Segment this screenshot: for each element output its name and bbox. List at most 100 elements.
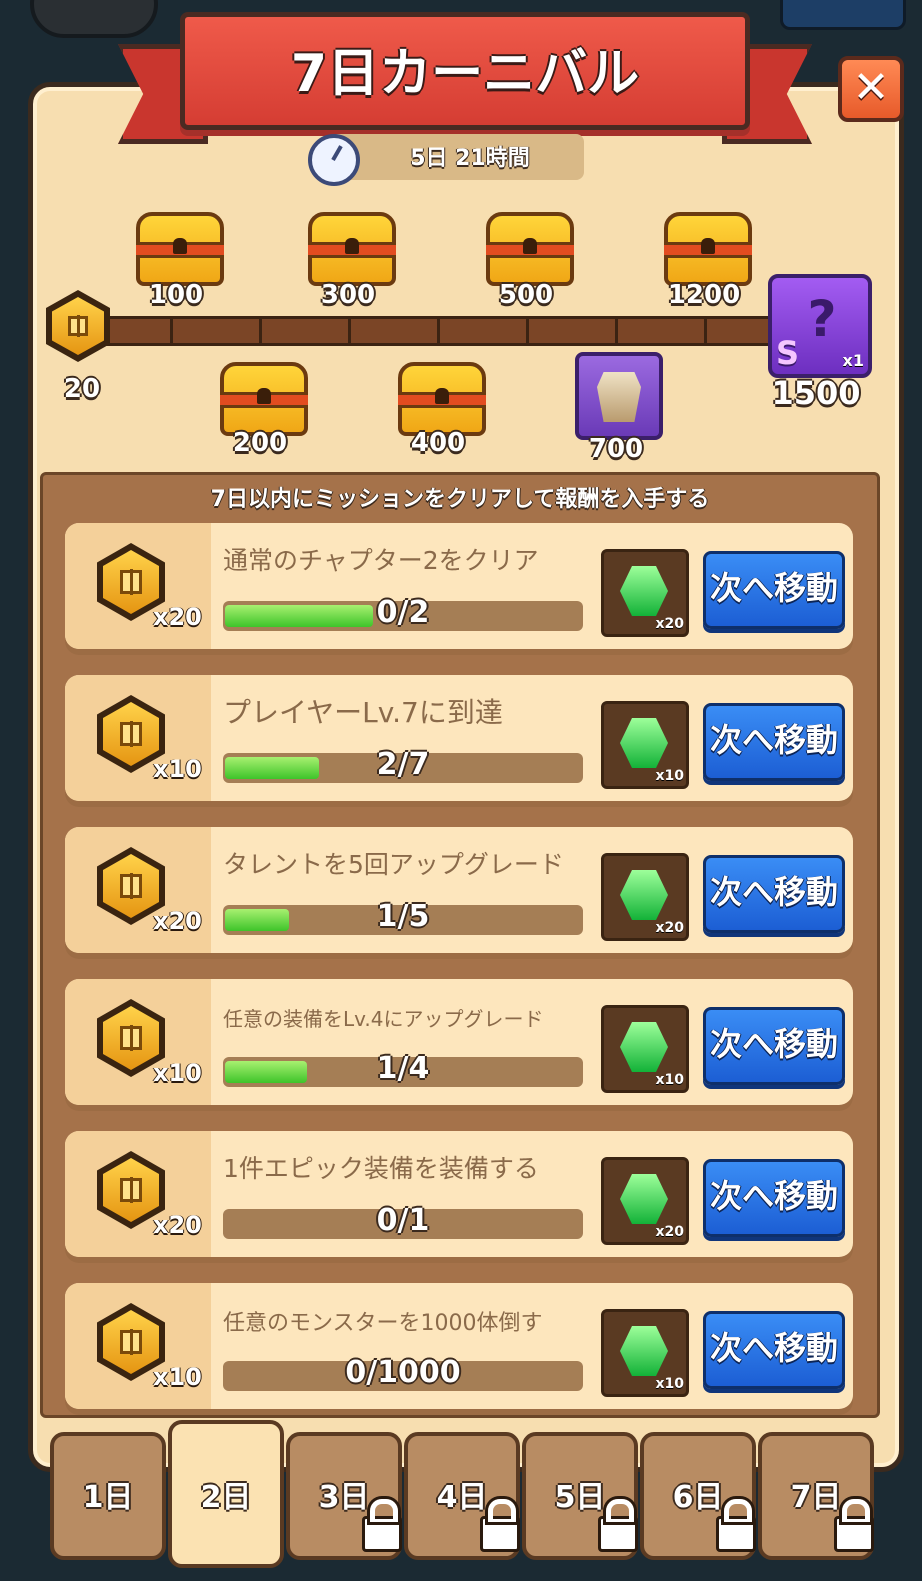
gem-reward: x10 — [601, 1309, 689, 1397]
top-right-button[interactable] — [780, 0, 906, 30]
progress-bar: 1/4 — [223, 1051, 583, 1087]
chest-icon[interactable] — [486, 212, 574, 286]
chest-icon[interactable] — [308, 212, 396, 286]
milestone-value: 100 — [148, 280, 204, 310]
close-button[interactable]: ✕ — [838, 56, 904, 122]
mission-title: 任意の装備をLv.4にアップグレード — [223, 1007, 544, 1031]
lock-icon — [716, 1499, 756, 1552]
go-button[interactable]: 次へ移動 — [703, 1311, 845, 1389]
day-tab-label: 1日 — [82, 1480, 134, 1515]
track-tick — [615, 316, 618, 346]
reward-qty: x1 — [842, 351, 864, 370]
mission-title: 任意のモンスターを1000体倒す — [223, 1311, 543, 1336]
track-tick — [437, 316, 440, 346]
stopwatch-icon — [308, 134, 360, 186]
gem-icon — [620, 718, 668, 768]
tab-day-7[interactable]: 7日 — [758, 1432, 874, 1560]
gem-qty: x10 — [655, 1072, 684, 1088]
progress-text: 1/4 — [376, 1051, 430, 1086]
milestone-value: 700 — [588, 434, 644, 464]
milestone-value: 500 — [498, 280, 554, 310]
mission-card: x20 1件エピック装備を装備する 0/1 x20 次へ移動 — [65, 1131, 853, 1257]
progress-bar: 0/2 — [223, 595, 583, 631]
lock-icon — [834, 1499, 874, 1552]
track-tick — [170, 316, 173, 346]
track-tick — [348, 316, 351, 346]
tab-day-4[interactable]: 4日 — [404, 1432, 520, 1560]
lock-icon — [480, 1499, 520, 1552]
reward-qty: x20 — [153, 603, 202, 631]
progress-text: 1/5 — [376, 899, 430, 934]
gem-qty: x10 — [655, 768, 684, 784]
reward-qty: x20 — [153, 1211, 202, 1239]
chest-icon[interactable] — [136, 212, 224, 286]
tab-day-3[interactable]: 3日 — [286, 1432, 402, 1560]
progress-bar: 0/1000 — [223, 1355, 583, 1391]
go-button[interactable]: 次へ移動 — [703, 1007, 845, 1085]
question-mark-icon: ? — [807, 290, 837, 348]
gem-reward: x10 — [601, 1005, 689, 1093]
mission-card: x20 通常のチャプター2をクリア 0/2 x20 次へ移動 — [65, 523, 853, 649]
tab-day-6[interactable]: 6日 — [640, 1432, 756, 1560]
milestone-value: 200 — [232, 428, 288, 458]
chest-icon[interactable] — [220, 362, 308, 436]
milestone-value: 1200 — [667, 280, 741, 310]
mission-card: x10 任意のモンスターを1000体倒す 0/1000 x10 次へ移動 — [65, 1283, 853, 1409]
lock-icon — [362, 1499, 402, 1552]
gem-icon — [620, 566, 668, 616]
mission-header: 7日以内にミッションをクリアして報酬を入手する — [210, 487, 710, 512]
tab-day-1[interactable]: 1日 — [50, 1432, 166, 1560]
progress-bar: 0/1 — [223, 1203, 583, 1239]
day-tab-label: 2日 — [200, 1480, 252, 1515]
lock-icon — [598, 1499, 638, 1552]
milestone-value: 300 — [320, 280, 376, 310]
reward-qty: x10 — [153, 1363, 202, 1391]
milestone-value: 400 — [410, 428, 466, 458]
reward-qty: x10 — [153, 1059, 202, 1087]
mission-title: タレントを5回アップグレード — [223, 850, 564, 879]
gem-qty: x20 — [655, 1224, 684, 1240]
reward-qty: x10 — [153, 755, 202, 783]
title-banner: 7日カーニバル — [180, 12, 750, 130]
mystery-reward-icon[interactable]: ? S x1 — [768, 274, 872, 378]
tab-day-2[interactable]: 2日 — [168, 1420, 284, 1568]
gem-icon — [620, 1326, 668, 1376]
gem-icon — [620, 1022, 668, 1072]
go-button[interactable]: 次へ移動 — [703, 1159, 845, 1237]
gem-icon — [620, 870, 668, 920]
go-button[interactable]: 次へ移動 — [703, 551, 845, 629]
progress-bar: 2/7 — [223, 747, 583, 783]
grade-label: S — [776, 334, 800, 372]
gem-reward: x20 — [601, 853, 689, 941]
track-tick — [526, 316, 529, 346]
progress-bar: 1/5 — [223, 899, 583, 935]
gem-qty: x20 — [655, 920, 684, 936]
chest-icon[interactable] — [398, 362, 486, 436]
track-tick — [259, 316, 262, 346]
progress-text: 2/7 — [376, 747, 430, 782]
timer-text: 5日 21時間 — [410, 146, 530, 171]
gem-reward: x20 — [601, 549, 689, 637]
page-title: 7日カーニバル — [290, 44, 640, 104]
progress-text: 0/1000 — [345, 1355, 461, 1390]
gem-reward: x20 — [601, 1157, 689, 1245]
milestone-track — [100, 316, 796, 346]
progress-text: 0/2 — [376, 595, 430, 630]
mission-title: 通常のチャプター2をクリア — [223, 546, 539, 575]
tab-day-5[interactable]: 5日 — [522, 1432, 638, 1560]
milestone-start-value: 20 — [63, 374, 101, 404]
gem-qty: x10 — [655, 1376, 684, 1392]
mission-title: プレイヤーLv.7に到達 — [223, 696, 503, 729]
mission-card: x10 プレイヤーLv.7に到達 2/7 x10 次へ移動 — [65, 675, 853, 801]
chest-icon[interactable] — [664, 212, 752, 286]
gem-reward: x10 — [601, 701, 689, 789]
mission-card: x10 任意の装備をLv.4にアップグレード 1/4 x10 次へ移動 — [65, 979, 853, 1105]
gem-qty: x20 — [655, 616, 684, 632]
go-button[interactable]: 次へ移動 — [703, 703, 845, 781]
armor-reward-icon[interactable] — [575, 352, 663, 440]
avatar-frame — [30, 0, 158, 38]
reward-qty: x20 — [153, 907, 202, 935]
go-button[interactable]: 次へ移動 — [703, 855, 845, 933]
track-tick — [704, 316, 707, 346]
mission-list[interactable]: 7日以内にミッションをクリアして報酬を入手する x20 通常のチャプター2をクリ… — [40, 472, 880, 1418]
